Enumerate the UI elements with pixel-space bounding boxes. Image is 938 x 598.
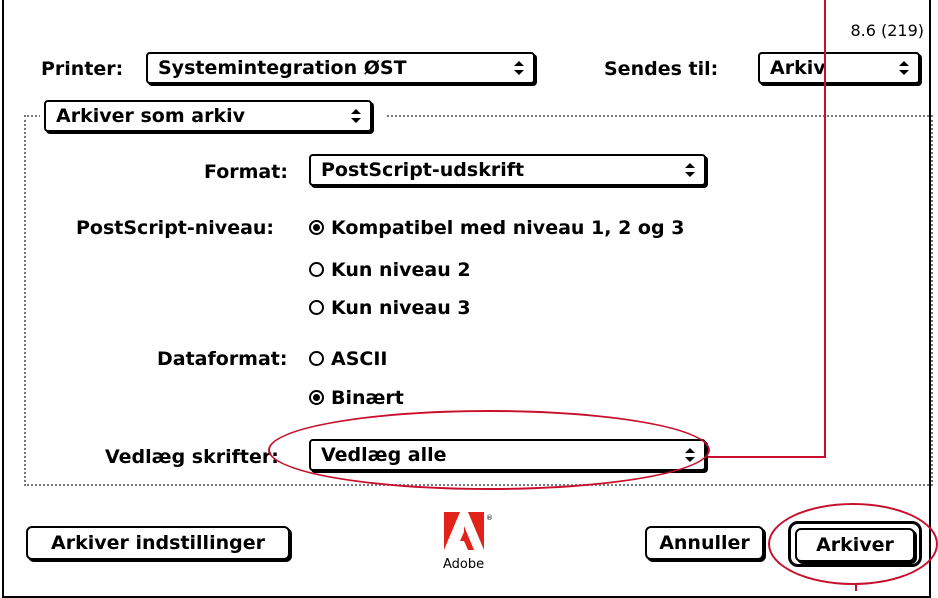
annotation-line-vertical-top: [824, 0, 826, 458]
panel-popup[interactable]: Arkiver som arkiv: [44, 100, 372, 132]
format-label: Format:: [204, 161, 288, 183]
destination-popup-value: Arkiv: [770, 57, 826, 79]
up-down-arrows-icon: [684, 156, 696, 194]
radio-button[interactable]: [309, 351, 324, 366]
up-down-arrows-icon: [350, 102, 362, 140]
radio-data-ascii-label: ASCII: [331, 348, 388, 370]
postscript-level-label: PostScript-niveau:: [76, 217, 275, 239]
format-popup-value: PostScript-udskrift: [321, 159, 525, 181]
radio-level-3[interactable]: Kun niveau 3: [309, 297, 471, 319]
radio-level-compatible-label: Kompatibel med niveau 1, 2 og 3: [331, 217, 685, 239]
embed-fonts-label: Vedlæg skrifter:: [105, 446, 279, 468]
cancel-button[interactable]: Annuller: [645, 526, 764, 560]
annotation-line-horizontal-top: [708, 456, 826, 458]
radio-button[interactable]: [309, 300, 324, 315]
printer-popup-value: Systemintegration ØST: [158, 57, 407, 79]
annotation-ellipse-embed-fonts: [268, 410, 710, 490]
adobe-logo-icon: ® Adobe: [442, 510, 502, 572]
annotation-line-vertical-bottom: [855, 584, 857, 591]
radio-level-2[interactable]: Kun niveau 2: [309, 259, 471, 281]
radio-button-selected[interactable]: [309, 220, 324, 235]
adobe-registered-mark: ®: [486, 514, 493, 522]
radio-level-compatible[interactable]: Kompatibel med niveau 1, 2 og 3: [309, 217, 684, 239]
radio-level-2-label: Kun niveau 2: [331, 259, 471, 281]
radio-button[interactable]: [309, 262, 324, 277]
destination-popup[interactable]: Arkiv: [758, 52, 920, 84]
annotation-ellipse-save-button: [768, 503, 938, 585]
printer-popup[interactable]: Systemintegration ØST: [146, 52, 535, 84]
radio-level-3-label: Kun niveau 3: [331, 297, 471, 319]
version-label: 8.6 (219): [850, 21, 924, 40]
radio-data-binary-label: Binært: [331, 387, 404, 409]
radio-data-ascii[interactable]: ASCII: [309, 348, 387, 370]
panel-popup-value: Arkiver som arkiv: [56, 105, 245, 127]
up-down-arrows-icon: [898, 54, 910, 92]
radio-button-selected[interactable]: [309, 390, 324, 405]
save-settings-button[interactable]: Arkiver indstillinger: [26, 526, 290, 560]
up-down-arrows-icon: [513, 54, 525, 92]
data-format-label: Dataformat:: [157, 348, 288, 370]
format-popup[interactable]: PostScript-udskrift: [309, 154, 706, 186]
printer-label: Printer:: [41, 58, 124, 80]
adobe-wordmark: Adobe: [443, 557, 484, 572]
radio-data-binary[interactable]: Binært: [309, 387, 404, 409]
destination-label: Sendes til:: [604, 58, 719, 80]
